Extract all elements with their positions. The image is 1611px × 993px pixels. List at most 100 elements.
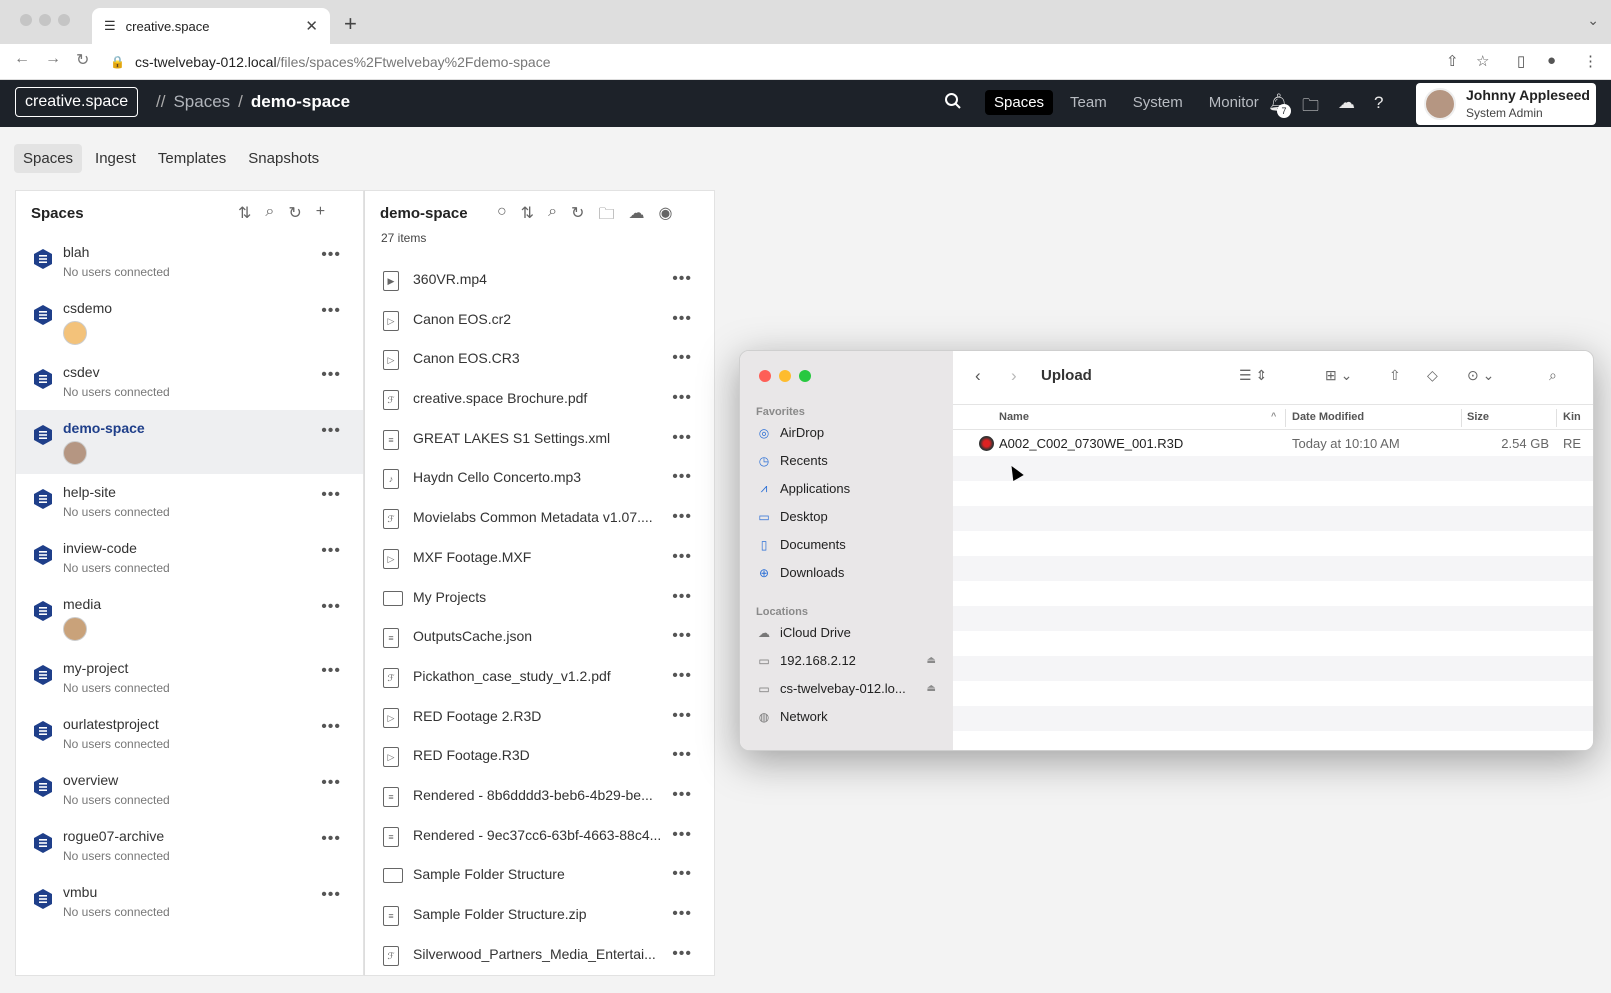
column-name[interactable]: Name — [999, 411, 1029, 423]
list-view-icon[interactable]: ☰ ⇕ — [1239, 367, 1267, 384]
space-item[interactable]: vmbu No users connected ••• — [16, 874, 363, 930]
space-item[interactable]: overview No users connected ••• — [16, 762, 363, 818]
eject-icon[interactable]: ⏏ — [927, 683, 936, 694]
more-icon[interactable]: ••• — [321, 662, 341, 680]
sidebar-item-network[interactable]: ◍ Network — [756, 709, 936, 724]
space-item[interactable]: csdev No users connected ••• — [16, 354, 363, 410]
sidebar-item-server-host[interactable]: ▭ cs-twelvebay-012.lo... ⏏ — [756, 681, 936, 696]
more-icon[interactable]: ••• — [672, 945, 692, 963]
tag-icon[interactable]: ◇ — [1427, 367, 1438, 384]
column-divider[interactable] — [1285, 409, 1286, 427]
folder-row[interactable]: My Projects ••• — [365, 579, 714, 619]
space-item[interactable]: rogue07-archive No users connected ••• — [16, 818, 363, 874]
file-row[interactable]: ℱcreative.space Brochure.pdf ••• — [365, 380, 714, 420]
share-icon[interactable]: ⇧ — [1446, 52, 1459, 70]
more-icon[interactable]: ••• — [672, 905, 692, 923]
reload-icon[interactable]: ↻ — [76, 50, 89, 70]
sort-icon[interactable]: ⇅ — [238, 203, 251, 223]
select-all-icon[interactable]: ○ — [497, 203, 507, 230]
file-row[interactable]: ≡ Rendered - 9ec37cc6-63bf-4663-88c4... ••… — [365, 817, 714, 857]
file-row[interactable]: ▷ MXF Footage.MXF ••• — [365, 539, 714, 579]
more-icon[interactable]: ••• — [321, 718, 341, 736]
file-row[interactable]: ≡ Rendered - 8b6dddd3-beb6-4b29-be... ••• — [365, 777, 714, 817]
sidebar-item-server-ip[interactable]: ▭ 192.168.2.12 ⏏ — [756, 653, 936, 668]
file-row[interactable]: ℱ Silverwood_Partners_Media_Entertai... ••… — [365, 936, 714, 975]
more-icon[interactable]: ••• — [672, 468, 692, 486]
search-icon[interactable]: ⌕ — [548, 203, 557, 230]
file-row[interactable]: ▷ RED Footage.R3D ••• — [365, 737, 714, 777]
refresh-icon[interactable]: ↻ — [288, 203, 301, 223]
search-icon[interactable]: ⌕ — [1549, 367, 1557, 384]
eye-icon[interactable]: ◉ — [658, 203, 672, 230]
window-minimize-button[interactable] — [39, 14, 51, 26]
sort-icon[interactable]: ⇅ — [521, 203, 534, 230]
nav-system[interactable]: System — [1124, 90, 1192, 115]
space-item[interactable]: media ••• — [16, 586, 363, 650]
column-size[interactable]: Size — [1467, 411, 1489, 423]
refresh-icon[interactable]: ↻ — [571, 203, 584, 230]
finder-close-button[interactable] — [759, 370, 771, 382]
folder-row[interactable]: Sample Folder Structure ••• — [365, 856, 714, 896]
space-item[interactable]: csdemo ••• — [16, 290, 363, 354]
more-icon[interactable]: ••• — [672, 786, 692, 804]
file-row[interactable]: ▶ 360VR.mp4 ••• — [365, 261, 714, 301]
sidebar-icon[interactable]: ▯ — [1517, 52, 1525, 70]
sidebar-item-downloads[interactable]: ⊕ Downloads — [756, 565, 936, 580]
window-close-button[interactable] — [20, 14, 32, 26]
file-row[interactable]: ≡ OutputsCache.json ••• — [365, 618, 714, 658]
more-icon[interactable]: ••• — [321, 886, 341, 904]
nav-spaces[interactable]: Spaces — [985, 90, 1054, 115]
more-icon[interactable]: ••• — [672, 508, 692, 526]
nav-monitor[interactable]: Monitor — [1200, 90, 1268, 115]
column-date[interactable]: Date Modified — [1292, 411, 1364, 423]
more-icon[interactable]: ••• — [672, 310, 692, 328]
user-menu[interactable]: Johnny Appleseed System Admin — [1416, 83, 1596, 125]
address-bar[interactable]: 🔒 cs-twelvebay-012.local /files/spaces%2… — [110, 48, 1440, 76]
search-icon[interactable] — [944, 92, 962, 115]
cloud-upload-icon[interactable]: ☁ — [1338, 93, 1355, 113]
app-logo[interactable]: creative.space — [15, 87, 139, 117]
star-icon[interactable]: ☆ — [1476, 52, 1489, 70]
more-icon[interactable]: ••• — [672, 667, 692, 685]
more-icon[interactable]: ••• — [672, 627, 692, 645]
file-row[interactable]: ℱ Pickathon_case_study_v1.2.pdf ••• — [365, 658, 714, 698]
more-icon[interactable]: ••• — [321, 542, 341, 560]
more-icon[interactable]: ••• — [672, 865, 692, 883]
back-icon[interactable]: ‹ — [975, 366, 981, 386]
search-icon[interactable]: ⌕ — [265, 203, 274, 223]
more-icon[interactable]: ••• — [321, 302, 341, 320]
space-item[interactable]: ourlatestproject No users connected ••• — [16, 706, 363, 762]
file-row[interactable]: ▷ Canon EOS.CR3 ••• — [365, 340, 714, 380]
more-icon[interactable]: ••• — [321, 486, 341, 504]
more-icon[interactable]: ••• — [672, 429, 692, 447]
nav-team[interactable]: Team — [1061, 90, 1116, 115]
finder-minimize-button[interactable] — [779, 370, 791, 382]
grid-view-icon[interactable]: ⊞ ⌄ — [1325, 367, 1352, 384]
more-icon[interactable]: ••• — [672, 389, 692, 407]
space-item[interactable]: my-project No users connected ••• — [16, 650, 363, 706]
more-icon[interactable]: ••• — [321, 422, 341, 440]
window-zoom-button[interactable] — [58, 14, 70, 26]
eject-icon[interactable]: ⏏ — [927, 655, 936, 666]
chevron-down-icon[interactable]: ⌄ — [1587, 12, 1599, 29]
more-icon[interactable]: ••• — [672, 548, 692, 566]
tab-ingest[interactable]: Ingest — [86, 144, 145, 173]
more-icon[interactable]: ••• — [321, 774, 341, 792]
more-icon[interactable]: ••• — [321, 830, 341, 848]
more-icon[interactable]: ••• — [672, 746, 692, 764]
more-icon[interactable]: ••• — [672, 270, 692, 288]
more-icon[interactable]: ••• — [672, 707, 692, 725]
sidebar-item-recents[interactable]: ◷ Recents — [756, 453, 936, 468]
browser-tab[interactable]: ☰ creative.space ✕ — [92, 8, 330, 44]
new-tab-button[interactable]: + — [344, 11, 357, 37]
finder-file-row[interactable]: A002_C002_0730WE_001.R3D Today at 10:10 … — [953, 431, 1593, 456]
more-icon[interactable]: ⋮ — [1583, 52, 1598, 70]
space-item-selected[interactable]: demo-space ••• — [16, 410, 363, 474]
more-icon[interactable]: ••• — [672, 826, 692, 844]
more-icon[interactable]: ••• — [321, 598, 341, 616]
file-row[interactable]: ♪ Haydn Cello Concerto.mp3 ••• — [365, 459, 714, 499]
column-divider[interactable] — [1461, 409, 1462, 427]
folder-icon[interactable]: 🗀 — [1302, 93, 1319, 122]
finder-zoom-button[interactable] — [799, 370, 811, 382]
upload-icon[interactable]: ☁ — [628, 203, 644, 230]
